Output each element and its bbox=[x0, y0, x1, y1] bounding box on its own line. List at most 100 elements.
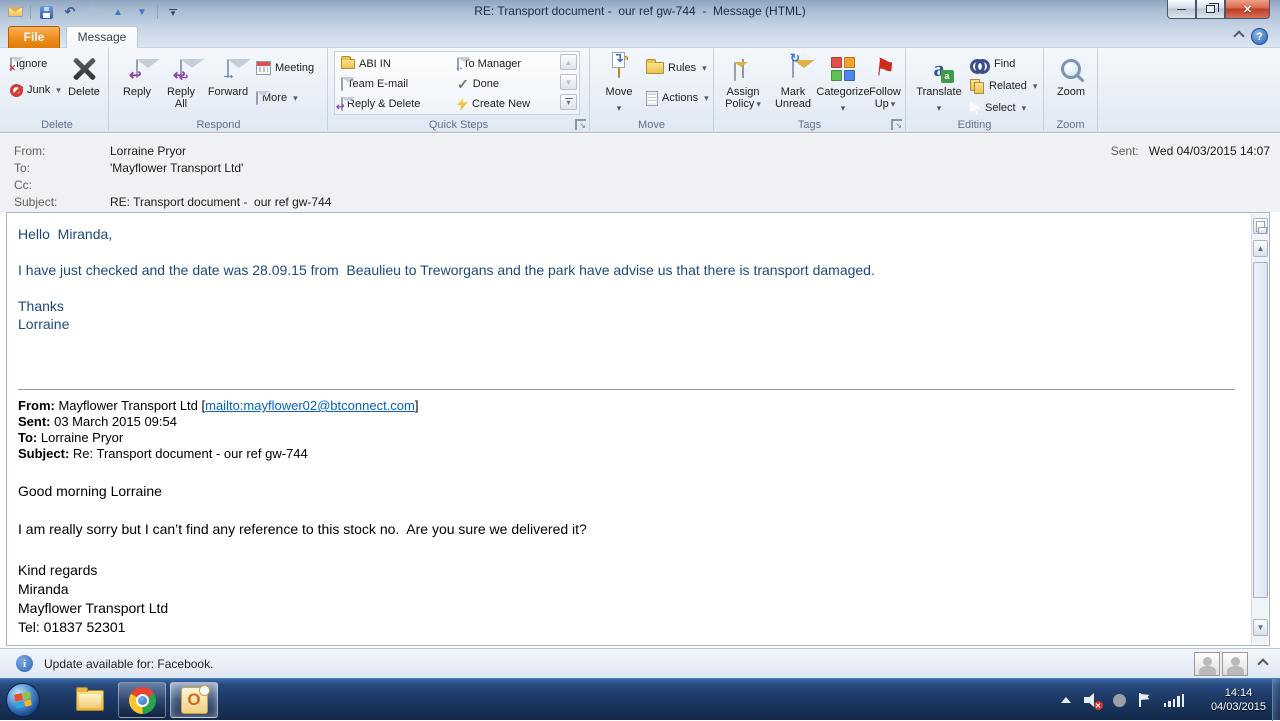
network-signal-icon[interactable] bbox=[1164, 694, 1185, 707]
follow-up-flag-icon: ⚑ bbox=[873, 57, 897, 81]
quick-steps-panel: ABI IN Team E-mail ↩ Reply & Delete → To… bbox=[334, 51, 580, 115]
show-desktop-button[interactable] bbox=[1272, 679, 1280, 721]
move-button[interactable]: ↴ Move bbox=[598, 52, 640, 116]
scroll-down-button[interactable] bbox=[1253, 619, 1268, 636]
translate-button[interactable]: aa Translate bbox=[914, 52, 964, 116]
select-button[interactable]: Select bbox=[970, 98, 1026, 118]
categorize-button[interactable]: Categorize bbox=[818, 52, 868, 116]
group-quick-steps: ABI IN Team E-mail ↩ Reply & Delete → To… bbox=[328, 48, 590, 133]
assign-policy-button[interactable]: Assign Policy bbox=[718, 52, 768, 110]
quick-step-create-new[interactable]: Create New bbox=[457, 94, 530, 114]
move-icon: ↴ bbox=[618, 60, 620, 78]
follow-up-button[interactable]: ⚑ Follow Up bbox=[866, 52, 904, 110]
tray-show-hidden-icons-button[interactable] bbox=[1061, 697, 1071, 703]
quote-regards: Kind regards bbox=[18, 561, 1239, 580]
more-respond-button[interactable]: More bbox=[256, 88, 298, 108]
subject-label: Subject: bbox=[14, 195, 110, 209]
action-center-flag-icon[interactable] bbox=[1139, 693, 1151, 707]
junk-button[interactable]: Junk bbox=[10, 80, 61, 100]
rules-button[interactable]: Rules bbox=[646, 58, 707, 78]
quick-steps-scroll-down[interactable]: ▼ bbox=[560, 74, 577, 90]
quick-step-done[interactable]: ✓ Done bbox=[457, 74, 499, 94]
to-label: To: bbox=[14, 161, 110, 175]
people-pane-expand-chevron[interactable] bbox=[1258, 657, 1266, 665]
quote-subject-line: Subject: Re: Transport document - our re… bbox=[18, 446, 1239, 462]
vertical-scrollbar[interactable] bbox=[1251, 214, 1268, 644]
taskbar-clock[interactable]: 14:14 04/03/2015 bbox=[1211, 679, 1266, 721]
find-button[interactable]: Find bbox=[970, 54, 1015, 74]
zoom-magnifier-icon bbox=[1061, 59, 1081, 79]
status-bar: Update available for: Facebook. bbox=[0, 648, 1280, 678]
group-move: ↴ Move Rules Actions Move bbox=[590, 48, 714, 133]
ribbon: ✕ Ignore Junk Delete Delete ↩ Reply ↩↩ R… bbox=[0, 48, 1280, 133]
status-update-text[interactable]: Update available for: Facebook. bbox=[44, 657, 213, 671]
quick-steps-dialog-launcher[interactable] bbox=[575, 119, 586, 130]
window-chrome: RE: Transport document - our ref gw-744 … bbox=[0, 0, 1280, 48]
select-cursor-icon bbox=[970, 101, 981, 115]
delete-button[interactable]: Delete bbox=[62, 52, 106, 98]
assign-policy-icon bbox=[742, 60, 744, 78]
sent-label: Sent: bbox=[1111, 144, 1139, 158]
ruler-toggle-button[interactable] bbox=[1253, 218, 1268, 234]
meeting-button[interactable]: Meeting bbox=[256, 58, 314, 78]
reply-all-button[interactable]: ↩↩ Reply All bbox=[160, 52, 202, 110]
quick-step-abi-in[interactable]: ABI IN bbox=[341, 54, 391, 74]
volume-muted-icon[interactable] bbox=[1084, 693, 1100, 707]
actions-page-icon bbox=[646, 91, 658, 106]
body-thanks: Thanks bbox=[18, 297, 1239, 315]
taskbar-chrome-button[interactable] bbox=[118, 682, 166, 718]
header-from-row: From:Lorraine Pryor bbox=[14, 144, 186, 158]
taskbar-outlook-button[interactable] bbox=[170, 682, 218, 718]
clock-time: 14:14 bbox=[1225, 686, 1253, 700]
scroll-up-button[interactable] bbox=[1253, 240, 1268, 257]
minimize-button[interactable] bbox=[1167, 0, 1196, 19]
check-icon: ✓ bbox=[457, 76, 469, 93]
system-tray bbox=[1061, 679, 1185, 721]
actions-button[interactable]: Actions bbox=[646, 88, 709, 108]
quick-steps-scroll-up[interactable]: ▲ bbox=[560, 54, 577, 70]
ignore-button[interactable]: ✕ Ignore bbox=[10, 54, 47, 74]
group-label-quick-steps: Quick Steps bbox=[328, 119, 589, 131]
reply-all-icon: ↩↩ bbox=[180, 60, 182, 78]
tags-dialog-launcher[interactable] bbox=[891, 119, 902, 130]
tab-message[interactable]: Message bbox=[66, 26, 138, 49]
reply-delete-icon: ↩ bbox=[341, 98, 343, 110]
to-value: 'Mayflower Transport Ltd' bbox=[110, 161, 243, 175]
quick-steps-more[interactable] bbox=[560, 94, 577, 110]
quote-name: Miranda bbox=[18, 580, 1239, 599]
quick-step-team-email[interactable]: Team E-mail bbox=[341, 74, 408, 94]
tab-file[interactable]: File bbox=[8, 26, 60, 48]
group-label-editing: Editing bbox=[906, 119, 1043, 131]
minimize-ribbon-button[interactable] bbox=[1233, 31, 1244, 38]
zoom-button[interactable]: Zoom bbox=[1049, 52, 1093, 98]
quote-tel: Tel: 01837 52301 bbox=[18, 618, 1239, 637]
tray-app-icon[interactable] bbox=[1113, 694, 1126, 707]
ignore-icon: ✕ bbox=[10, 58, 12, 70]
cc-label: Cc: bbox=[14, 178, 110, 192]
restore-button[interactable] bbox=[1196, 0, 1225, 19]
help-button[interactable] bbox=[1251, 28, 1268, 45]
quick-step-reply-delete[interactable]: ↩ Reply & Delete bbox=[341, 94, 420, 114]
forward-button[interactable]: → Forward bbox=[204, 52, 252, 98]
window-controls bbox=[1167, 0, 1270, 19]
group-label-tags: Tags bbox=[714, 119, 905, 131]
reply-button[interactable]: ↩ Reply bbox=[116, 52, 158, 98]
find-binoculars-icon bbox=[970, 58, 990, 71]
restore-icon bbox=[1206, 5, 1215, 13]
people-pane-avatar[interactable] bbox=[1194, 652, 1220, 676]
scrollbar-thumb[interactable] bbox=[1253, 262, 1268, 598]
body-paragraph: I have just checked and the date was 28.… bbox=[18, 261, 1239, 279]
start-button[interactable] bbox=[6, 683, 40, 717]
related-button[interactable]: Related bbox=[970, 76, 1037, 96]
message-body[interactable]: Hello Miranda, I have just checked and t… bbox=[6, 212, 1270, 646]
taskbar-explorer-button[interactable] bbox=[66, 682, 114, 718]
people-pane-avatar[interactable] bbox=[1222, 652, 1248, 676]
quick-step-to-manager[interactable]: → To Manager bbox=[457, 54, 521, 74]
mailto-link[interactable]: mailto:mayflower02@btconnect.com bbox=[205, 398, 415, 413]
windows-logo-icon bbox=[14, 691, 32, 708]
mark-unread-button[interactable]: ↻ Mark Unread bbox=[770, 52, 816, 110]
close-button[interactable] bbox=[1225, 0, 1270, 19]
mute-badge-icon bbox=[1094, 701, 1103, 710]
translate-icon: aa bbox=[934, 58, 945, 81]
more-overflow-icon bbox=[565, 98, 573, 106]
